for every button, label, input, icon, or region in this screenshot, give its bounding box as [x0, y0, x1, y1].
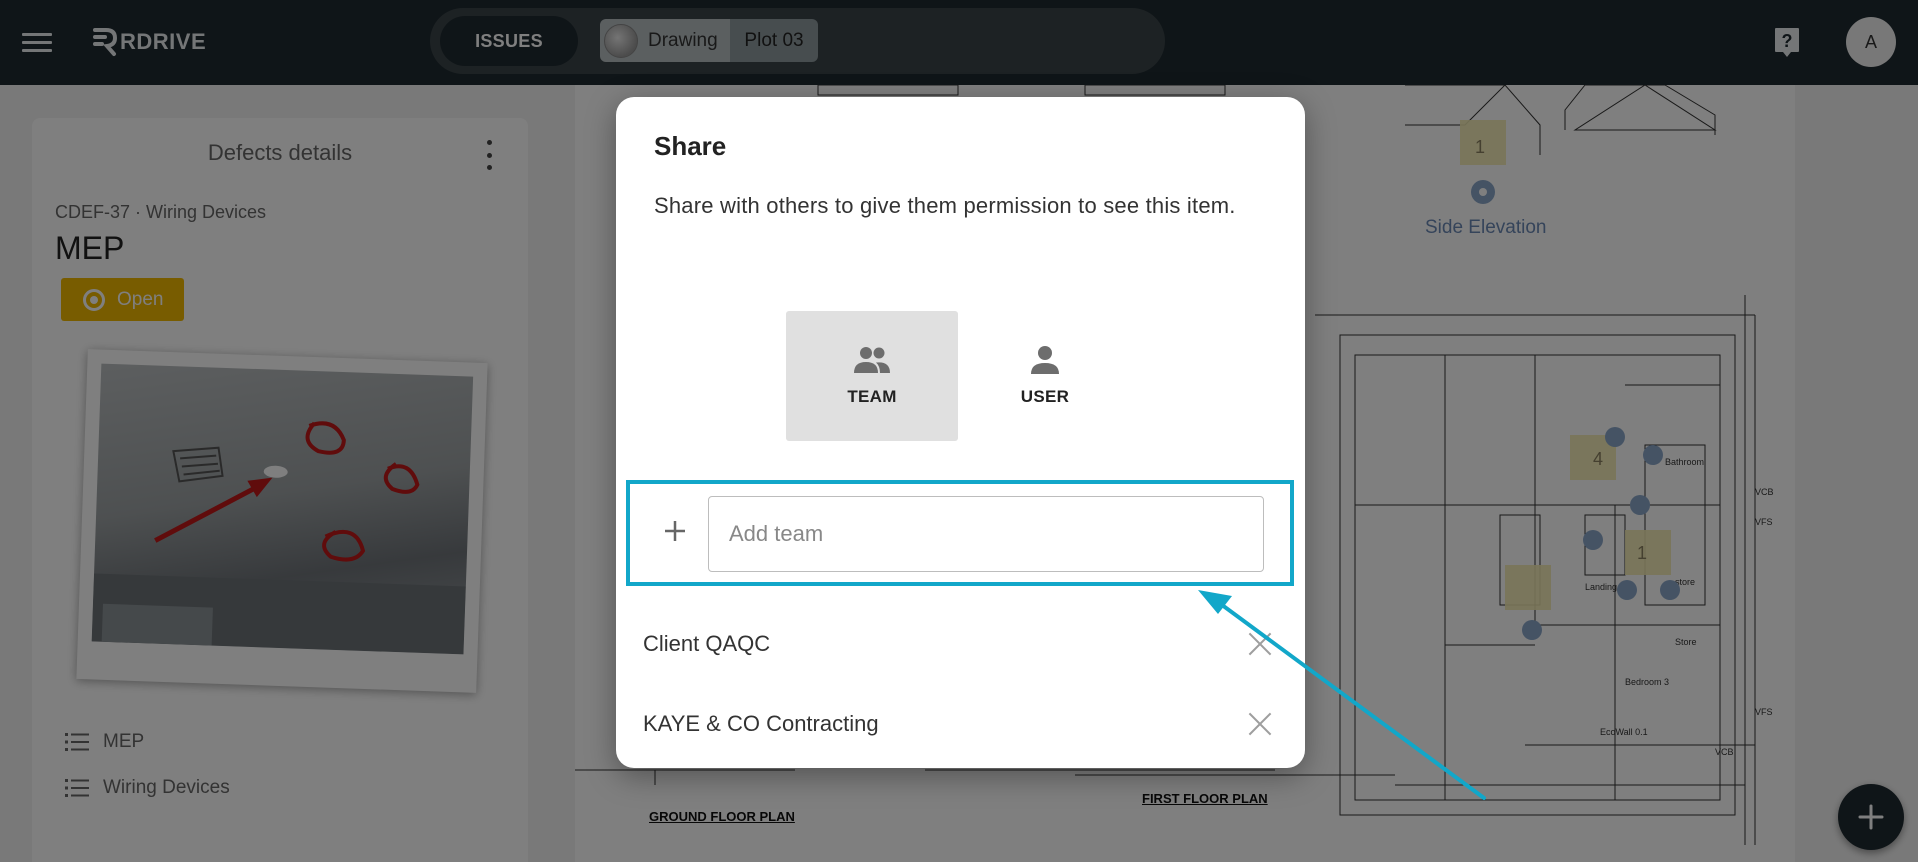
tab-user-label: USER: [1020, 387, 1070, 406]
dialog-title: Share: [654, 131, 727, 161]
shared-team-name: KAYE & CO Contracting: [643, 711, 879, 736]
shared-team-row: Client QAQC: [643, 619, 1273, 669]
share-dialog: Share Share with others to give them per…: [616, 97, 1305, 768]
team-icon: [854, 347, 890, 373]
user-icon: [1031, 346, 1059, 374]
tab-team[interactable]: TEAM: [786, 311, 958, 441]
dialog-description: Share with others to give them permissio…: [654, 193, 1236, 218]
add-team-input[interactable]: [708, 496, 1264, 572]
tab-user[interactable]: USER: [959, 311, 1131, 441]
plus-icon[interactable]: [660, 516, 690, 546]
shared-team-name: Client QAQC: [643, 631, 771, 656]
add-team-field-highlight: [626, 480, 1294, 586]
shared-team-row: KAYE & CO Contracting: [643, 699, 1273, 749]
remove-team-icon[interactable]: [1247, 631, 1273, 657]
remove-team-icon[interactable]: [1247, 711, 1273, 737]
tab-team-label: TEAM: [847, 387, 897, 406]
